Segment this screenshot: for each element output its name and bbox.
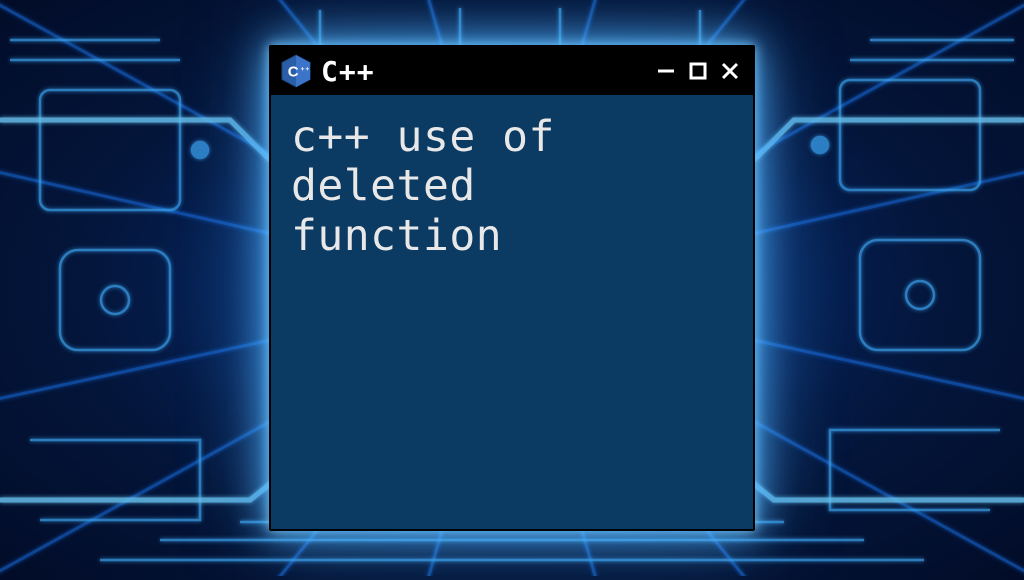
close-button[interactable] [717, 58, 743, 84]
terminal-window: C + + C++ c++ use of deleted function [269, 45, 755, 531]
titlebar: C + + C++ [271, 47, 753, 95]
minimize-button[interactable] [653, 58, 679, 84]
terminal-content: c++ use of deleted function [271, 95, 753, 529]
window-controls [653, 58, 743, 84]
svg-text:C: C [288, 64, 299, 81]
svg-text:+: + [305, 66, 309, 73]
maximize-button[interactable] [685, 58, 711, 84]
svg-text:+: + [301, 66, 305, 73]
cpp-logo-icon: C + + [281, 54, 311, 88]
window-title: C++ [321, 55, 643, 88]
